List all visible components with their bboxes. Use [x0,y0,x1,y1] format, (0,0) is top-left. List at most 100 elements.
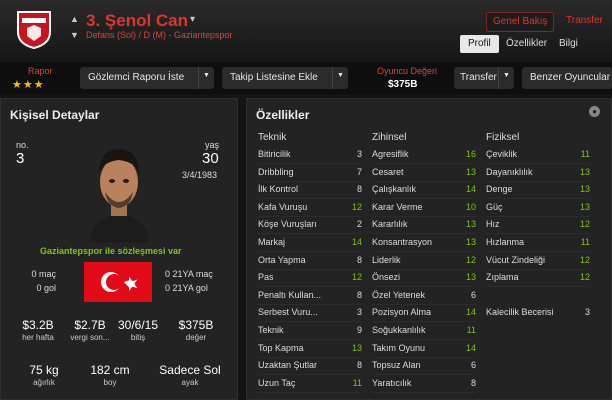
physical-attribute-name: Zıplama [486,272,519,283]
technical-attribute-row[interactable]: Köşe Vuruşları 2 [258,219,362,237]
technical-attribute-row[interactable]: Penaltı Kullan... 8 [258,290,362,308]
technical-attribute-name: Kafa Vuruşu [258,201,308,212]
mental-attribute-row[interactable]: Özel Yetenek 6 [372,290,476,308]
chevron-down-icon[interactable]: ▼ [498,67,514,89]
mental-attribute-row[interactable]: Cesaret 13 [372,167,476,185]
panel-options-icon[interactable]: ● [589,106,600,117]
technical-attribute-value: 3 [356,307,362,318]
technical-attribute-row[interactable]: Bitiricilik 3 [258,149,362,167]
preferred-foot-value: Sadece Sol [159,363,221,377]
contract-status: Gaziantepspor ile sözleşmesi var [40,246,182,256]
technical-attribute-name: İlk Kontrol [258,184,299,195]
technical-attribute-row[interactable]: Orta Yapma 8 [258,255,362,273]
mental-attribute-row[interactable]: Soğukkanlılık 11 [372,325,476,343]
preferred-foot: Sadece Sol ayak [150,363,230,387]
mental-attribute-row[interactable]: Liderlik 12 [372,255,476,273]
technical-attribute-row[interactable]: Kafa Vuruşu 12 [258,202,362,220]
physical-attribute-row[interactable]: Dayanıklılık 13 [486,167,590,185]
next-player-arrow-icon[interactable]: ▼ [70,30,79,40]
technical-attribute-row[interactable]: Uzaktan Şutlar 8 [258,360,362,378]
mental-attribute-row[interactable]: Çalışkanlık 14 [372,184,476,202]
mental-attribute-row[interactable]: Pozisyon Alma 14 [372,307,476,325]
technical-attribute-row[interactable]: İlk Kontrol 8 [258,184,362,202]
technical-attribute-value: 3 [356,149,362,159]
row-divider [258,391,362,393]
mental-attribute-name: Liderlik [372,254,401,265]
row-divider [486,233,590,235]
technical-attribute-name: Teknik [258,325,284,335]
mental-attribute-row[interactable]: Konsantrasyon 13 [372,237,476,255]
physical-attribute-row[interactable]: Hızlanma 11 [486,237,590,255]
mental-attribute-row[interactable]: Topsuz Alan 6 [372,360,476,378]
turkey-flag-icon [84,262,152,302]
physical-attribute-row[interactable]: Hız 12 [486,219,590,237]
physical-attribute-value: 12 [579,219,590,230]
physical-attribute-value: 12 [579,272,590,283]
row-divider [258,198,362,200]
mental-attribute-row[interactable]: Yaratıcılık 8 [372,378,476,396]
row-divider [486,251,590,252]
u21-appearances: 0 21YA maç [165,269,213,279]
chevron-down-icon[interactable]: ▼ [198,67,214,89]
player-menu-chevron-icon[interactable]: ▾ [190,14,195,25]
prev-player-arrow-icon[interactable]: ▲ [70,14,79,24]
mental-attribute-value: 6 [470,360,476,371]
row-divider [258,233,362,235]
rating-stars-icon: ★★★ [12,79,45,91]
overview-button[interactable]: Genel Bakış [486,12,555,32]
chevron-down-icon[interactable]: ▼ [332,67,348,89]
personal-details-title: Kişisel Detaylar [10,108,100,122]
goalkeeping-attribute-row[interactable]: Kalecilik Becerisi 3 [486,307,590,325]
technical-attribute-row[interactable]: Serbest Vuru... 3 [258,307,362,325]
technical-header: Teknik [258,132,287,143]
row-divider [372,374,476,376]
scout-report-button[interactable]: Gözlemci Raporu İste ▼ [80,67,214,89]
mental-attribute-row[interactable]: Kararlılık 13 [372,219,476,237]
mental-attribute-row[interactable]: Karar Verme 10 [372,202,476,220]
technical-attribute-row[interactable]: Uzun Taç 11 [258,378,362,396]
technical-attribute-name: Köşe Vuruşları [258,219,317,230]
technical-attribute-row[interactable]: Pas 12 [258,272,362,290]
row-divider [372,268,476,270]
row-divider [372,356,476,358]
tab-attributes[interactable]: Özellikler [500,35,553,53]
physical-attribute-row[interactable]: Çeviklik 11 [486,149,590,167]
contract-expiry-value: 30/6/15 [117,318,159,332]
add-to-shortlist-button[interactable]: Takip Listesine Ekle ▼ [222,67,348,89]
physical-attribute-row[interactable]: Zıplama 12 [486,272,590,290]
club-crest-icon[interactable] [10,8,58,50]
age-value: 30 [202,150,219,167]
mental-header: Zihinsel [372,132,407,143]
mental-attribute-value: 13 [465,219,476,230]
technical-attribute-row[interactable]: Teknik 9 [258,325,362,343]
mental-attribute-row[interactable]: Takım Oyunu 14 [372,343,476,361]
mental-attribute-row[interactable]: Önsezi 13 [372,272,476,290]
player-portrait [83,132,155,242]
physical-attribute-row[interactable]: Vücut Zindeliği 12 [486,255,590,273]
rating-label: Rapor [28,66,53,76]
tab-profile[interactable]: Profil [460,35,499,53]
row-divider [258,215,362,217]
row-divider [486,180,590,182]
technical-attribute-row[interactable]: Markaj 14 [258,237,362,255]
physical-attribute-value: 11 [580,149,590,159]
technical-attribute-name: Dribbling [258,166,294,177]
physical-attribute-row[interactable]: Denge 13 [486,184,590,202]
row-divider [486,286,590,288]
technical-attribute-row[interactable]: Dribbling 7 [258,167,362,185]
row-divider [486,215,590,217]
row-divider [372,180,476,182]
similar-players-button[interactable]: Benzer Oyuncular [522,67,612,89]
attributes-title: Özellikler [256,108,310,122]
transfer-tab-button[interactable]: Transfer [560,12,609,32]
tab-info[interactable]: Bilgi [553,35,584,53]
technical-attribute-row[interactable]: Top Kapma 13 [258,343,362,361]
mental-attribute-row[interactable]: Agresiflik 16 [372,149,476,167]
market-value-label: değer [185,333,207,342]
physical-attribute-row[interactable]: Güç 13 [486,202,590,220]
physical-attribute-name: Çeviklik [486,149,518,159]
mental-attribute-name: Kararlılık [372,219,408,230]
transfer-button[interactable]: Transfer ▼ [454,67,514,89]
mental-attribute-name: Konsantrasyon [372,237,433,247]
weight: 75 kg ağırlık [16,363,72,387]
